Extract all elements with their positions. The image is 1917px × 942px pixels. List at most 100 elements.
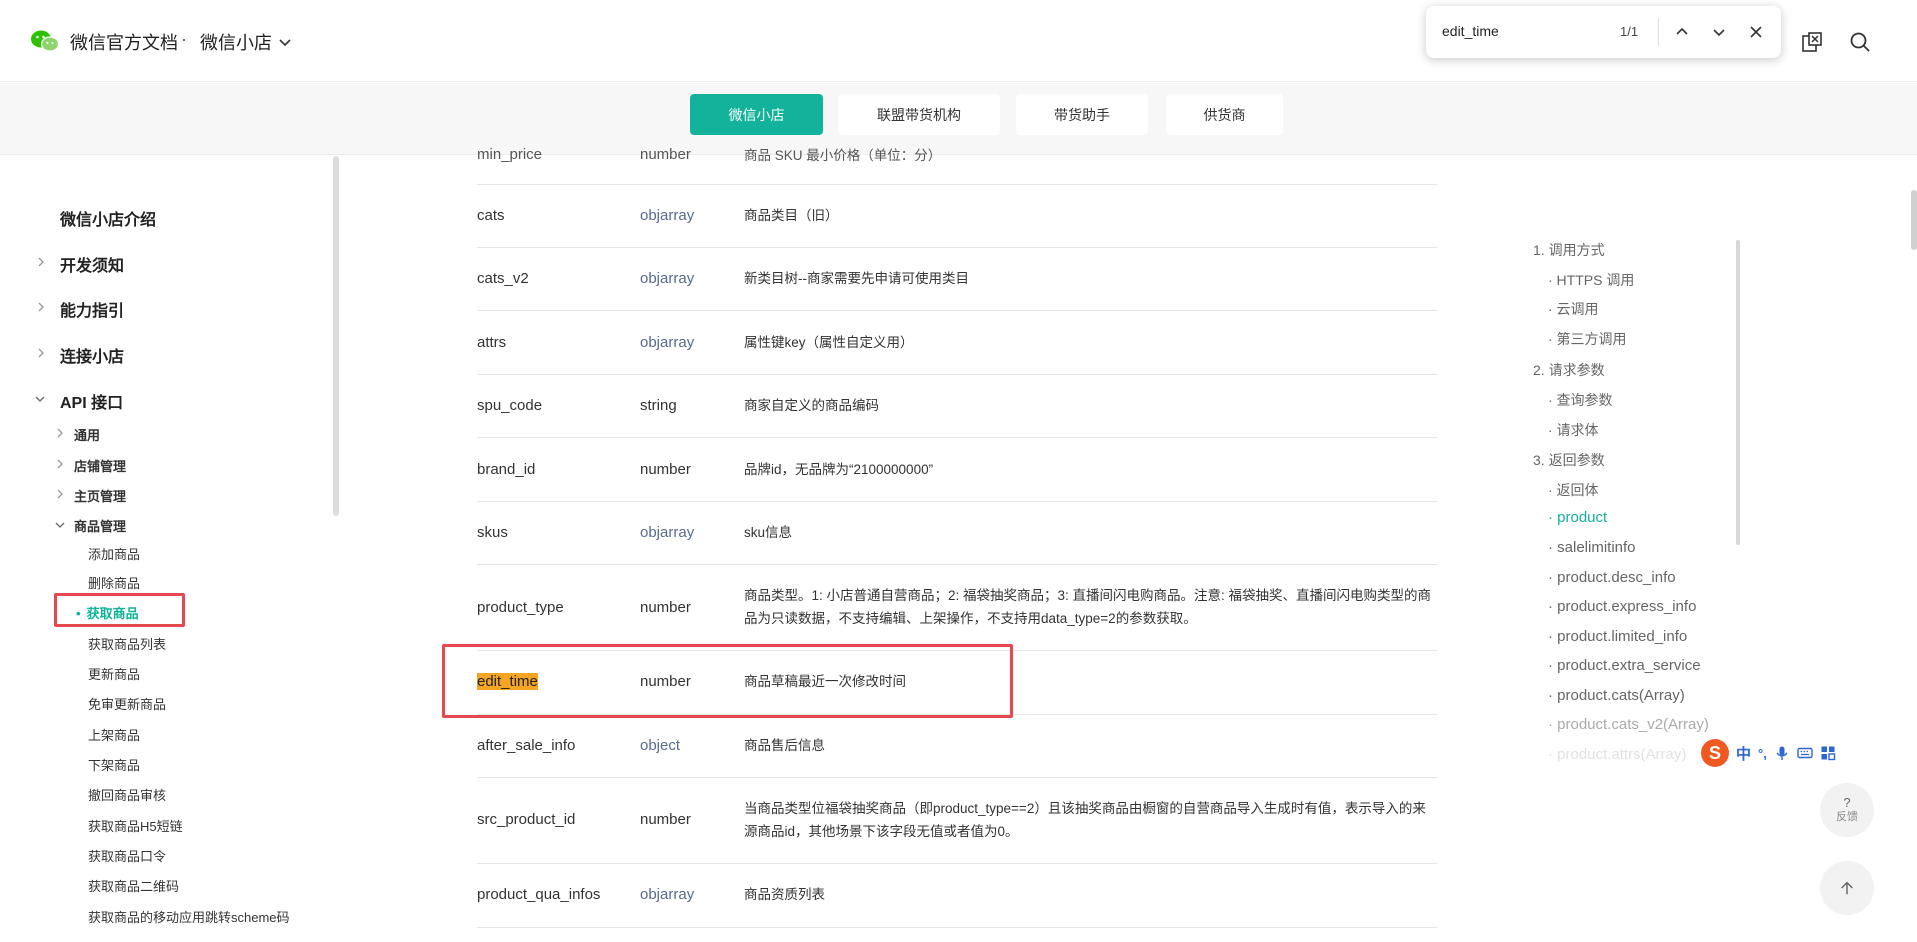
sidebar-item-get-goods-list[interactable]: 获取商品列表	[88, 634, 418, 653]
tab-sales-assistant[interactable]: 带货助手	[1016, 94, 1148, 135]
sidebar-group-homepage[interactable]: 主页管理	[74, 486, 404, 505]
toc-item[interactable]: · 请求体	[1548, 420, 1599, 440]
field-type: number	[640, 673, 691, 690]
feedback-label: 反馈	[1836, 811, 1858, 823]
toc-item[interactable]: · 查询参数	[1548, 390, 1613, 410]
toc-item[interactable]: · product.attrs(Array)	[1548, 746, 1686, 763]
table-row: spu_code string 商家自定义的商品编码	[477, 375, 1437, 438]
ime-language-toggle[interactable]: 中	[1736, 743, 1751, 764]
sidebar-item-get-goods[interactable]: • 获取商品	[76, 603, 406, 622]
sidebar-item-dev-notice[interactable]: 开发须知	[60, 252, 390, 276]
find-next-button[interactable]	[1707, 20, 1731, 44]
toc-item[interactable]: · product.cats_v2(Array)	[1548, 716, 1709, 733]
toc-item[interactable]: · product.extra_service	[1548, 657, 1701, 674]
question-icon: ?	[1843, 795, 1851, 810]
grid-menu-icon[interactable]	[1820, 745, 1836, 761]
sidebar-item-get-app-scheme[interactable]: 获取商品的移动应用跳转scheme码	[88, 907, 308, 929]
toc-item[interactable]: · 返回体	[1548, 480, 1599, 500]
field-name: min_price	[477, 146, 543, 163]
product-switcher-label: 微信小店	[200, 33, 272, 53]
sidebar-group-store[interactable]: 店铺管理	[74, 456, 404, 475]
sidebar-item-get-goods-code[interactable]: 获取商品口令	[88, 846, 418, 865]
table-row: product_type number 商品类型。1: 小店普通自营商品；2: …	[477, 565, 1437, 651]
find-prev-button[interactable]	[1670, 20, 1694, 44]
find-query-input[interactable]: edit_time	[1442, 23, 1499, 39]
sidebar-item-revoke-review[interactable]: 撤回商品审核	[88, 785, 418, 804]
sidebar-item-get-h5-link[interactable]: 获取商品H5短链	[88, 816, 418, 835]
back-to-top-button[interactable]	[1820, 861, 1874, 915]
sidebar-item-delete-goods[interactable]: 删除商品	[88, 573, 418, 592]
tab-alliance-agency[interactable]: 联盟带货机构	[838, 94, 1000, 135]
field-desc: 新类目树--商家需要先申请可使用类目	[744, 271, 969, 286]
site-brand[interactable]: 微信官方文档	[70, 29, 178, 55]
field-desc: 当商品类型位福袋抽奖商品（即product_type==2）且该抽奖商品由橱窗的…	[744, 801, 1426, 839]
sidebar-item-get-qrcode[interactable]: 获取商品二维码	[88, 876, 418, 895]
toc-item[interactable]: · salelimitinfo	[1548, 539, 1636, 556]
find-in-page-bar: edit_time 1/1	[1426, 6, 1781, 58]
toc-item-active[interactable]: · product	[1548, 509, 1607, 526]
field-name: brand_id	[477, 461, 536, 478]
brand-separator: ·	[181, 29, 187, 49]
sidebar-item-intro[interactable]: 微信小店介绍	[60, 206, 390, 230]
sidebar-item-update-goods-no-review[interactable]: 免审更新商品	[88, 694, 418, 713]
sidebar-item-label: 获取商品	[86, 606, 139, 621]
toc-item[interactable]: · 第三方调用	[1548, 329, 1627, 349]
microphone-icon[interactable]	[1774, 745, 1790, 761]
chevron-down-icon	[55, 522, 65, 528]
field-type-link[interactable]: object	[640, 737, 680, 754]
table-row: src_product_id number 当商品类型位福袋抽奖商品（即prod…	[477, 778, 1437, 864]
ime-toolbar: S 中 °,	[1697, 738, 1852, 768]
table-row: min_price number 商品 SKU 最小价格（单位：分）	[477, 146, 1437, 185]
chevron-down-icon	[279, 39, 291, 47]
toc-item[interactable]: · product.limited_info	[1548, 628, 1687, 645]
find-divider	[1658, 18, 1659, 46]
field-type-link[interactable]: objarray	[640, 270, 694, 287]
field-desc: 商品售后信息	[744, 738, 825, 753]
table-row: skus objarray sku信息	[477, 502, 1437, 565]
toc-item[interactable]: · HTTPS 调用	[1548, 270, 1634, 290]
product-switcher[interactable]: 微信小店	[200, 29, 292, 55]
table-row: edit_time number 商品草稿最近一次修改时间	[477, 651, 1437, 715]
search-icon[interactable]	[1848, 30, 1872, 54]
chevron-up-icon	[1676, 27, 1688, 35]
field-desc: 品牌id，无品牌为“2100000000”	[744, 462, 934, 477]
field-name: product_type	[477, 599, 564, 616]
find-close-button[interactable]	[1744, 20, 1768, 44]
sidebar-item-api[interactable]: API 接口	[60, 389, 390, 413]
sidebar-group-common[interactable]: 通用	[74, 425, 404, 444]
tab-supplier[interactable]: 供货商	[1166, 94, 1283, 135]
field-name: edit_time	[477, 673, 538, 690]
ime-punctuation-toggle[interactable]: °,	[1758, 746, 1767, 761]
sidebar-item-list-goods[interactable]: 上架商品	[88, 725, 418, 744]
field-type-link[interactable]: objarray	[640, 334, 694, 351]
sidebar-group-goods[interactable]: 商品管理	[74, 516, 404, 535]
toc-scrollbar[interactable]	[1736, 240, 1740, 545]
feedback-button[interactable]: ? 反馈	[1820, 783, 1874, 837]
toc-item[interactable]: 1. 调用方式	[1533, 240, 1605, 260]
api-explorer-icon[interactable]	[1800, 30, 1824, 54]
sidebar-item-capability[interactable]: 能力指引	[60, 297, 390, 321]
field-type-link[interactable]: objarray	[640, 207, 694, 224]
toc-item[interactable]: 2. 请求参数	[1533, 360, 1605, 380]
toc-item[interactable]: 3. 返回参数	[1533, 450, 1605, 470]
sidebar-item-delist-goods[interactable]: 下架商品	[88, 755, 418, 774]
field-type-link[interactable]: objarray	[640, 524, 694, 541]
chevron-right-icon	[57, 489, 63, 499]
table-row: product_qua_infos objarray 商品资质列表	[477, 864, 1437, 928]
field-type-link[interactable]: objarray	[640, 886, 694, 903]
toc-item[interactable]: · product.cats(Array)	[1548, 687, 1685, 704]
keyboard-icon[interactable]	[1797, 745, 1813, 761]
chevron-down-icon	[1713, 29, 1725, 37]
sidebar-item-connect[interactable]: 连接小店	[60, 343, 390, 367]
page-scrollbar[interactable]	[1911, 190, 1917, 250]
field-desc: 属性键key（属性自定义用）	[744, 335, 914, 350]
field-desc: 商品类目（旧）	[744, 208, 839, 223]
sidebar-item-update-goods[interactable]: 更新商品	[88, 664, 418, 683]
sogou-ime-logo[interactable]: S	[1701, 739, 1729, 767]
toc-item[interactable]: · product.express_info	[1548, 598, 1696, 615]
toc-item[interactable]: · product.desc_info	[1548, 569, 1676, 586]
wechat-logo-icon[interactable]	[30, 29, 60, 53]
toc-item[interactable]: · 云调用	[1548, 299, 1599, 319]
tab-weixin-store[interactable]: 微信小店	[690, 94, 823, 135]
sidebar-item-add-goods[interactable]: 添加商品	[88, 544, 418, 563]
